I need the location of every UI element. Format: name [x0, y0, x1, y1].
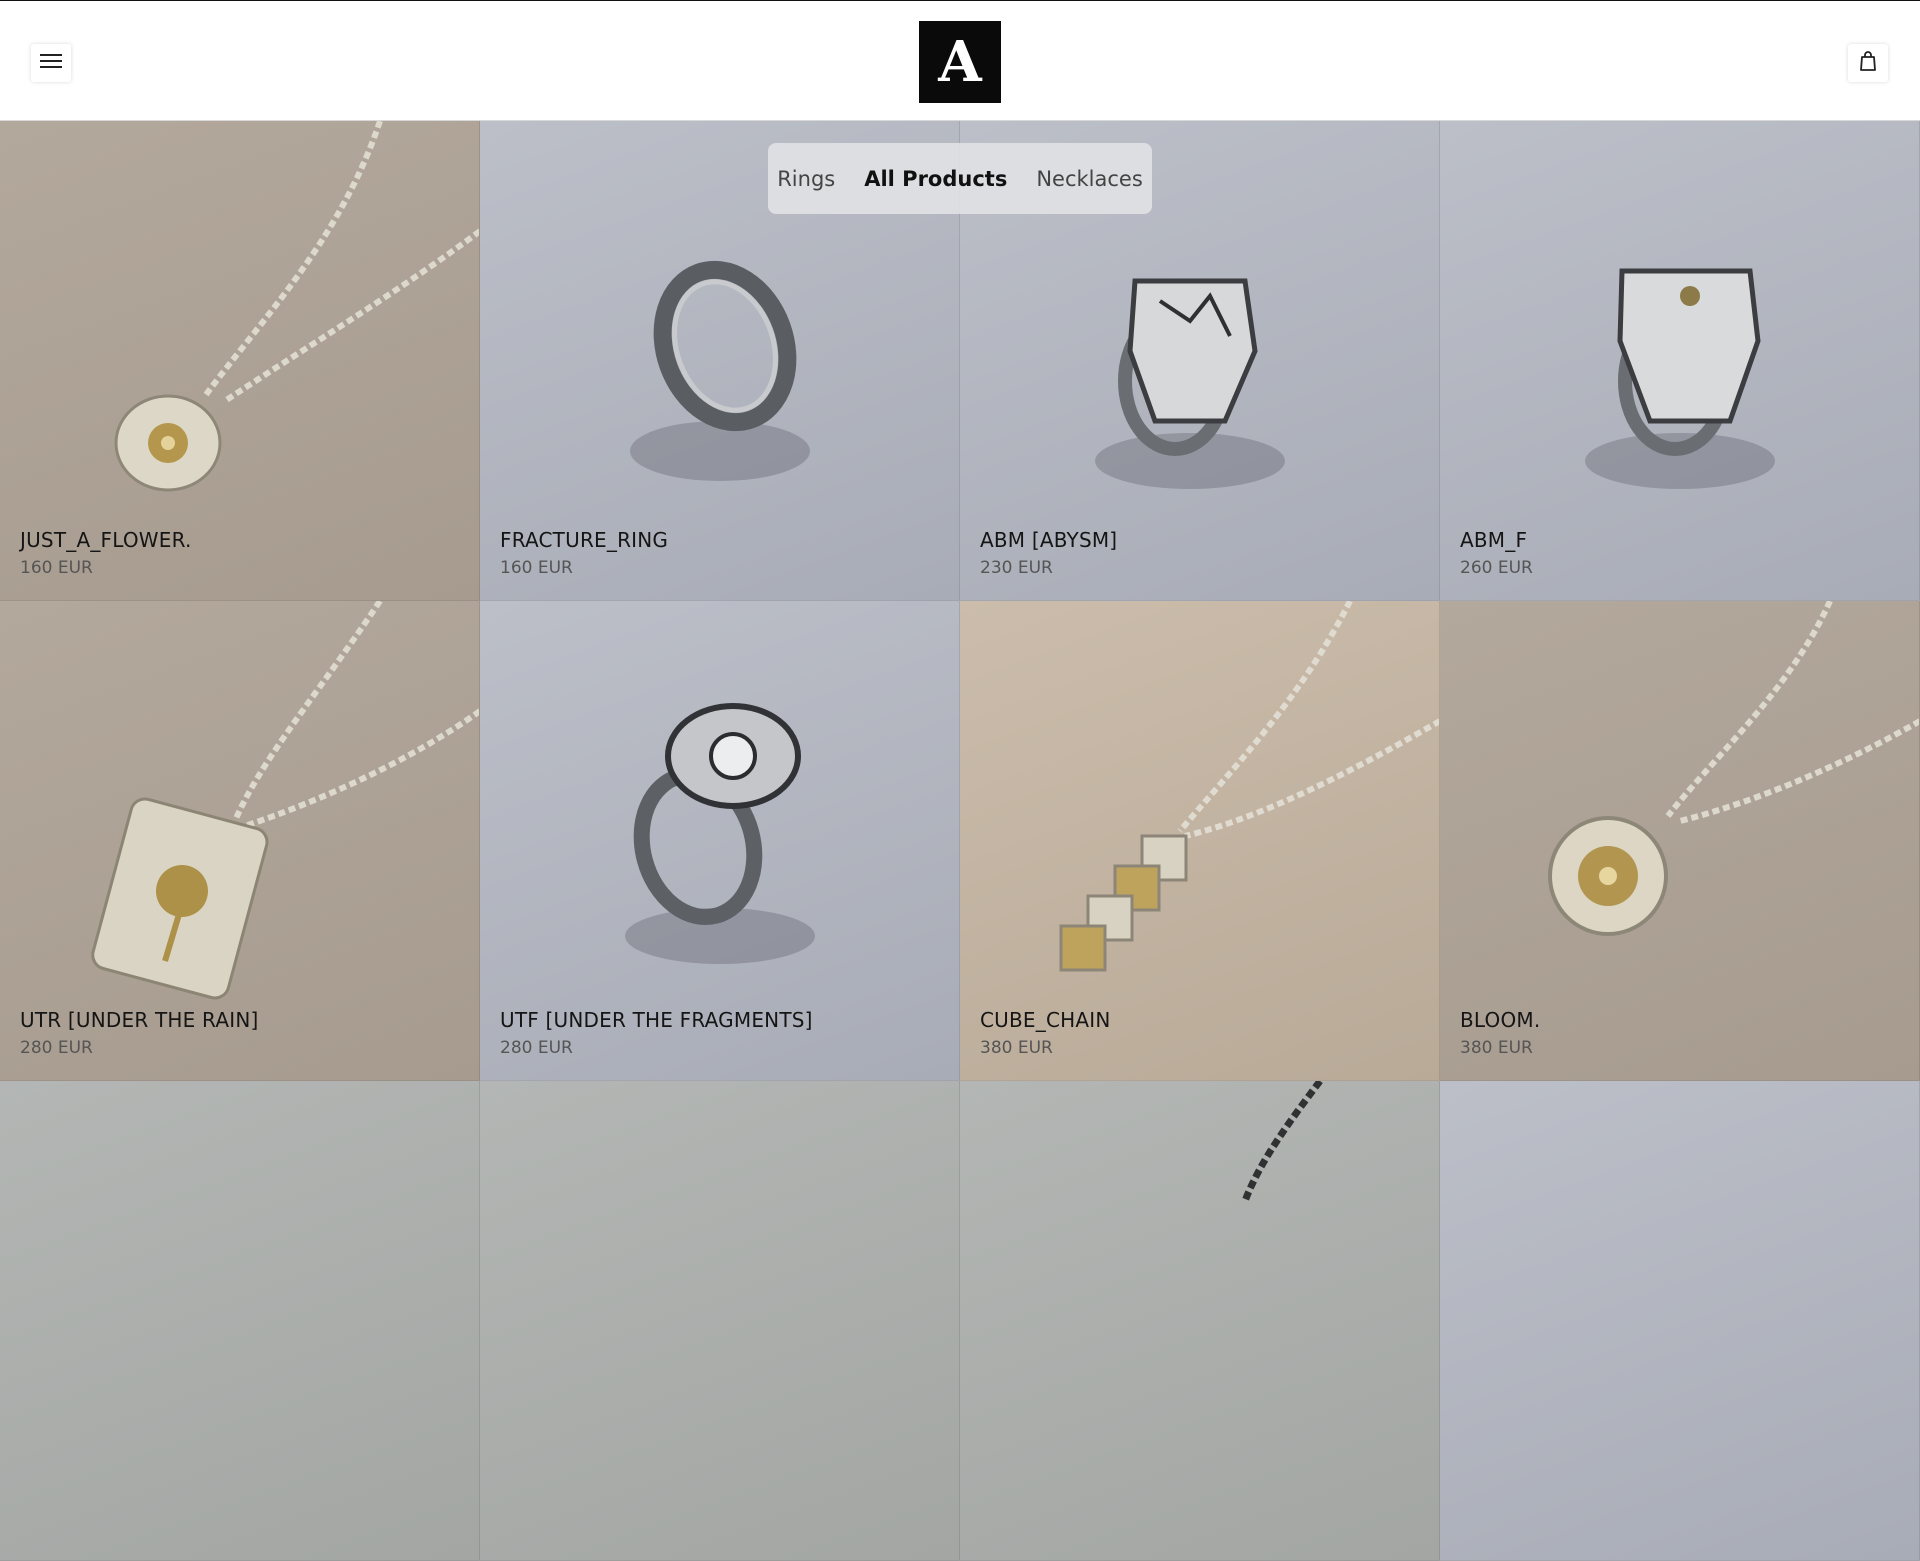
product-card[interactable] [960, 1081, 1440, 1561]
product-card[interactable]: ABM_F 260 EUR [1440, 121, 1920, 601]
product-name: ABM [ABYSM] [980, 528, 1118, 552]
product-price: 230 EUR [980, 558, 1053, 578]
product-name: UTF [UNDER THE FRAGMENTS] [500, 1008, 813, 1032]
menu-button[interactable] [31, 44, 71, 82]
product-name: UTR [UNDER THE RAIN] [20, 1008, 259, 1032]
product-card[interactable]: UTF [UNDER THE FRAGMENTS] 280 EUR [480, 601, 960, 1081]
product-price: 280 EUR [20, 1038, 93, 1058]
product-name: JUST_A_FLOWER. [20, 528, 192, 552]
product-name: ABM_F [1460, 528, 1528, 552]
product-card[interactable]: CUBE_CHAIN 380 EUR [960, 601, 1440, 1081]
shopping-bag-icon [1856, 49, 1880, 77]
category-filter: Rings All Products Necklaces [768, 143, 1152, 214]
product-price: 160 EUR [20, 558, 93, 578]
product-name: BLOOM. [1460, 1008, 1541, 1032]
brand-logo[interactable]: A [919, 21, 1001, 103]
product-price: 280 EUR [500, 1038, 573, 1058]
product-price: 380 EUR [1460, 1038, 1533, 1058]
product-card[interactable] [0, 1081, 480, 1561]
product-price: 380 EUR [980, 1038, 1053, 1058]
product-name: CUBE_CHAIN [980, 1008, 1111, 1032]
product-card[interactable] [1440, 1081, 1920, 1561]
logo-letter: A [938, 29, 982, 95]
product-price: 260 EUR [1460, 558, 1533, 578]
product-grid: JUST_A_FLOWER. 160 EUR FRACTURE_RING 160… [0, 121, 1920, 1561]
filter-rings[interactable]: Rings [777, 167, 835, 191]
site-header: A [0, 0, 1920, 121]
hamburger-menu-icon [39, 52, 63, 74]
product-card[interactable]: BLOOM. 380 EUR [1440, 601, 1920, 1081]
product-name: FRACTURE_RING [500, 528, 669, 552]
filter-necklaces[interactable]: Necklaces [1036, 167, 1142, 191]
necklace-image [1241, 1081, 1323, 1201]
cart-button[interactable] [1848, 44, 1888, 82]
filter-all-products[interactable]: All Products [864, 167, 1007, 191]
product-card[interactable]: JUST_A_FLOWER. 160 EUR [0, 121, 480, 601]
product-price: 160 EUR [500, 558, 573, 578]
product-card[interactable]: UTR [UNDER THE RAIN] 280 EUR [0, 601, 480, 1081]
product-card[interactable] [480, 1081, 960, 1561]
